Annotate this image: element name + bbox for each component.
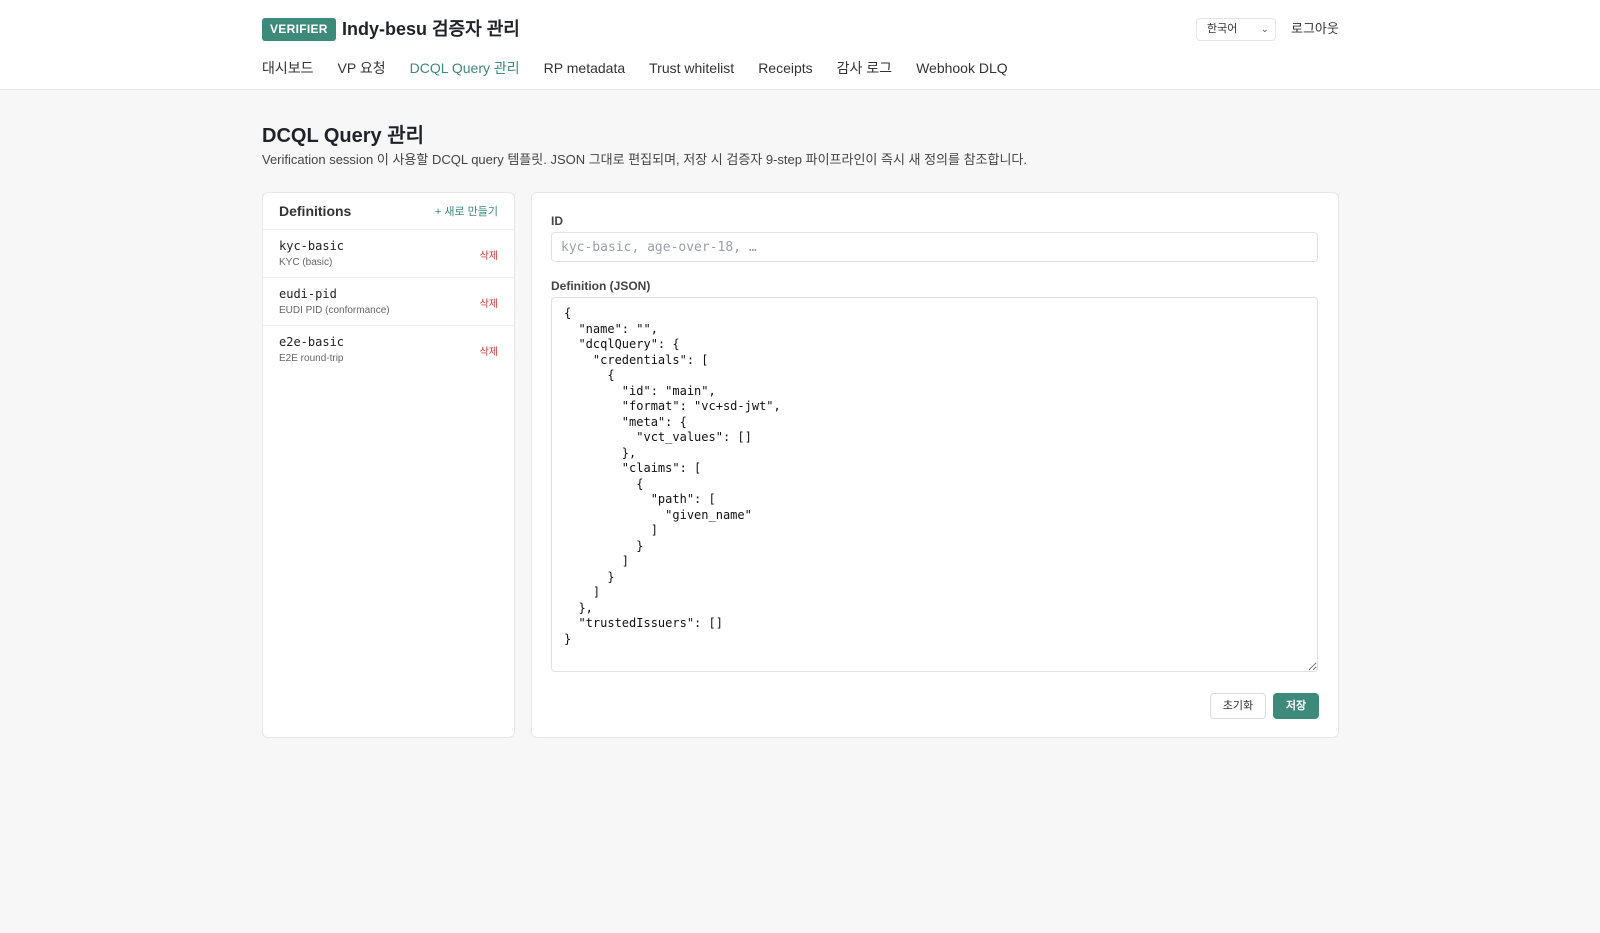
main-nav: 대시보드 VP 요청 DCQL Query 관리 RP metadata Tru… bbox=[262, 58, 1032, 80]
definitions-title: Definitions bbox=[279, 203, 352, 219]
app-title: Indy-besu 검증자 관리 bbox=[342, 19, 520, 39]
tab-vp-request[interactable]: VP 요청 bbox=[338, 58, 386, 80]
definition-item[interactable]: eudi-pid EUDI PID (conformance) 삭제 bbox=[263, 278, 514, 326]
definition-item[interactable]: e2e-basic E2E round-trip 삭제 bbox=[263, 326, 514, 374]
definition-item[interactable]: kyc-basic KYC (basic) 삭제 bbox=[263, 230, 514, 278]
tab-webhook-dlq[interactable]: Webhook DLQ bbox=[916, 58, 1008, 80]
definition-name: KYC (basic) bbox=[279, 257, 333, 268]
definition-editor-panel: ID Definition (JSON) 초기화 저장 bbox=[531, 192, 1339, 738]
language-select-value: 한국어 bbox=[1207, 23, 1238, 35]
delete-button[interactable]: 삭제 bbox=[480, 247, 498, 262]
tab-dcql-query[interactable]: DCQL Query 관리 bbox=[410, 58, 520, 80]
definition-name: EUDI PID (conformance) bbox=[279, 305, 390, 316]
logout-link[interactable]: 로그아웃 bbox=[1291, 20, 1339, 38]
verifier-badge: VERIFIER bbox=[262, 18, 336, 41]
definition-json-editor[interactable] bbox=[551, 297, 1318, 672]
definitions-header: Definitions + 새로 만들기 bbox=[263, 193, 514, 230]
tab-trust-whitelist[interactable]: Trust whitelist bbox=[649, 58, 734, 80]
tab-dashboard[interactable]: 대시보드 bbox=[262, 58, 314, 80]
definition-id: eudi-pid bbox=[279, 287, 337, 301]
definition-name: E2E round-trip bbox=[279, 353, 344, 364]
definition-field-label: Definition (JSON) bbox=[551, 279, 651, 293]
tab-receipts[interactable]: Receipts bbox=[758, 58, 812, 80]
definition-id: kyc-basic bbox=[279, 239, 345, 253]
language-select[interactable]: 한국어 ⌄ bbox=[1196, 18, 1276, 41]
definitions-panel: Definitions + 새로 만들기 kyc-basic KYC (basi… bbox=[262, 192, 515, 738]
id-input[interactable] bbox=[551, 232, 1318, 262]
page-description: Verification session 이 사용할 DCQL query 템플… bbox=[262, 152, 1027, 167]
delete-button[interactable]: 삭제 bbox=[480, 343, 498, 358]
tab-rp-metadata[interactable]: RP metadata bbox=[544, 58, 625, 80]
reset-button[interactable]: 초기화 bbox=[1210, 693, 1266, 719]
new-definition-button[interactable]: + 새로 만들기 bbox=[435, 205, 498, 219]
id-field-label: ID bbox=[551, 214, 563, 228]
top-header: VERIFIER Indy-besu 검증자 관리 한국어 ⌄ 로그아웃 대시보… bbox=[0, 0, 1600, 90]
page-title: DCQL Query 관리 bbox=[262, 125, 425, 147]
chevron-down-icon: ⌄ bbox=[1260, 24, 1269, 35]
save-button[interactable]: 저장 bbox=[1273, 693, 1319, 719]
tab-audit-log[interactable]: 감사 로그 bbox=[837, 58, 892, 80]
definition-id: e2e-basic bbox=[279, 335, 345, 349]
delete-button[interactable]: 삭제 bbox=[480, 295, 498, 310]
